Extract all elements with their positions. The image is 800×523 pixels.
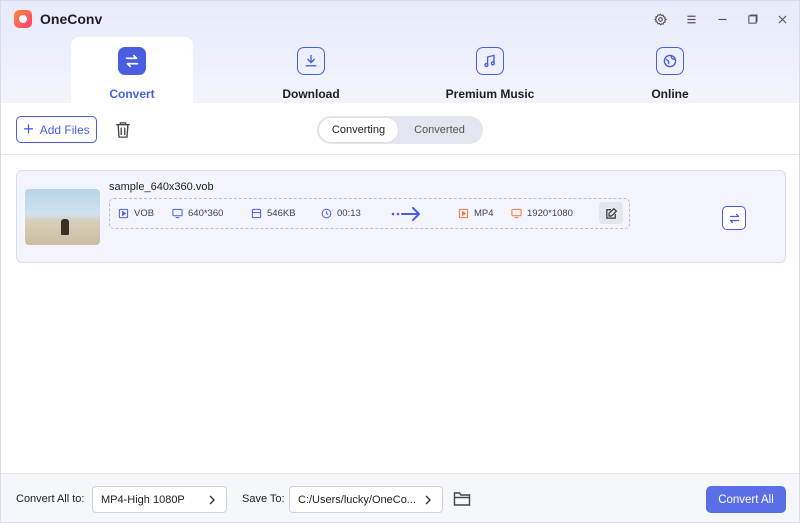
tab-label: Premium Music (445, 87, 535, 101)
tab-label: Convert (109, 87, 155, 101)
clock-icon (321, 208, 332, 219)
convert-arrow-icon (391, 207, 420, 221)
view-segmented-control: Converting Converted (317, 116, 483, 144)
source-format: VOB (118, 208, 154, 219)
edit-settings-button[interactable] (599, 202, 623, 224)
source-resolution: 640*360 (172, 208, 223, 219)
add-files-label: Add Files (39, 122, 90, 137)
online-icon (656, 47, 684, 75)
tab-download[interactable]: Download (250, 37, 372, 103)
download-icon (297, 47, 325, 75)
convert-file-button[interactable] (722, 206, 746, 230)
file-info-box: VOB 640*360 546KB 00:13 MP4 1920*1080 (109, 198, 630, 229)
video-file-icon (118, 208, 129, 219)
video-file-icon (458, 208, 469, 219)
add-files-button[interactable]: + Add Files (16, 116, 97, 143)
source-size: 546KB (251, 208, 296, 219)
chevron-right-icon (209, 495, 215, 505)
main-panel: + Add Files Converting Converted sample_… (1, 103, 799, 473)
app-title: OneConv (40, 11, 103, 27)
output-format-select[interactable]: MP4-High 1080P (92, 486, 227, 513)
app-logo-icon (14, 10, 32, 28)
chevron-right-icon (425, 495, 431, 505)
convert-all-button[interactable]: Convert All (706, 486, 786, 513)
music-icon (476, 47, 504, 75)
trash-icon[interactable] (114, 120, 132, 140)
file-card: sample_640x360.vob VOB 640*360 546KB 00:… (16, 170, 786, 263)
tab-online[interactable]: Online (609, 37, 731, 103)
footer-bar: Convert All to: MP4-High 1080P Save To: … (1, 473, 799, 522)
convert-all-to-label: Convert All to: (16, 493, 85, 505)
plus-icon: + (23, 118, 34, 139)
storage-icon (251, 208, 262, 219)
swap-icon (729, 213, 739, 223)
tab-label: Online (651, 87, 689, 101)
minimize-icon[interactable] (713, 10, 731, 28)
target-resolution: 1920*1080 (511, 208, 573, 219)
tab-label: Download (282, 87, 340, 101)
settings-icon[interactable] (651, 10, 669, 28)
monitor-icon (172, 208, 183, 219)
save-to-label: Save To: (242, 493, 285, 505)
folder-icon[interactable] (453, 490, 471, 507)
edit-icon (605, 207, 617, 219)
monitor-icon (511, 208, 522, 219)
toolbar: + Add Files Converting Converted (1, 103, 799, 155)
title-bar: OneConv (1, 1, 799, 37)
close-icon[interactable] (773, 10, 791, 28)
segment-converted[interactable]: Converted (398, 118, 481, 142)
source-duration: 00:13 (321, 208, 361, 219)
top-area: OneConv Convert Download Premium Music O… (1, 1, 799, 103)
video-thumbnail[interactable] (25, 189, 100, 245)
segment-converting[interactable]: Converting (319, 118, 398, 142)
app-window: OneConv Convert Download Premium Music O… (0, 0, 800, 523)
maximize-icon[interactable] (743, 10, 761, 28)
tab-premium-music[interactable]: Premium Music (429, 37, 551, 103)
target-format: MP4 (458, 208, 494, 219)
file-name: sample_640x360.vob (109, 181, 214, 193)
menu-icon[interactable] (682, 10, 700, 28)
save-path-select[interactable]: C:/Users/lucky/OneCo... (289, 486, 443, 513)
tab-convert[interactable]: Convert (71, 37, 193, 103)
convert-icon (118, 47, 146, 75)
